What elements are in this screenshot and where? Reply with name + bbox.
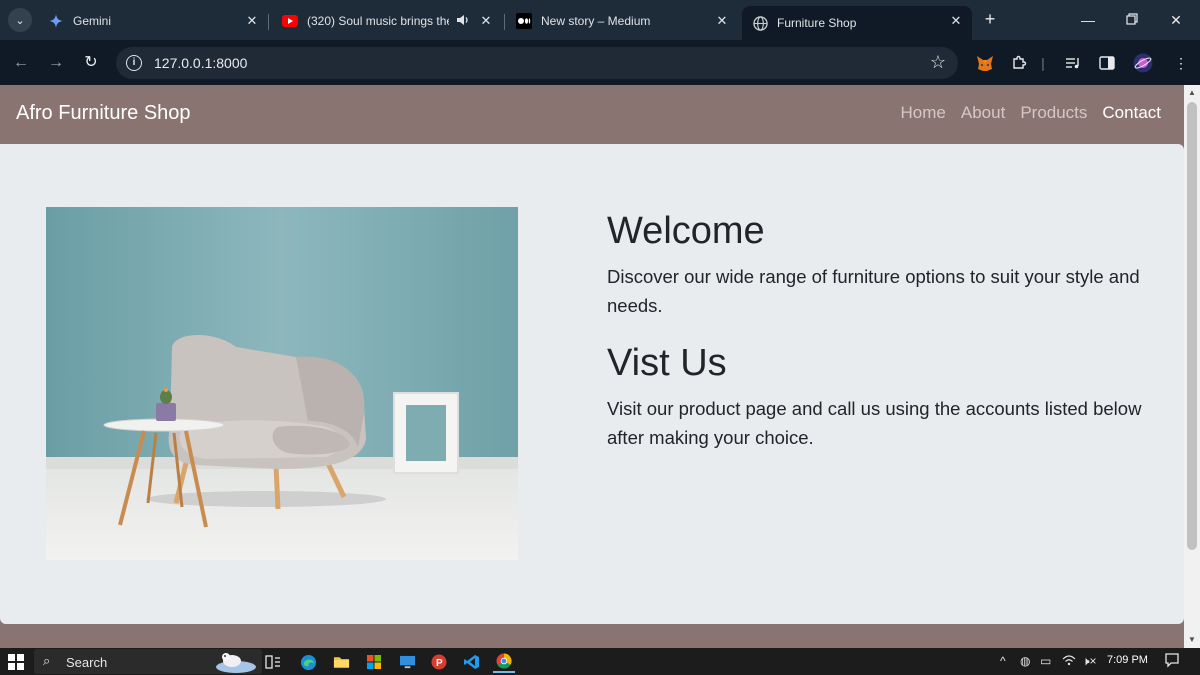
store-app-icon[interactable] bbox=[363, 651, 385, 673]
media-controls-icon[interactable] bbox=[1062, 52, 1084, 74]
close-tab-icon[interactable]: ✕ bbox=[478, 13, 494, 29]
tab-gemini[interactable]: Gemini ✕ bbox=[38, 6, 268, 36]
browser-toolbar: ← → ↻ i 127.0.0.1:8000 ☆ | ⋮ bbox=[0, 40, 1200, 85]
search-icon: ⌕ bbox=[43, 653, 51, 668]
tray-overflow-chevron-icon[interactable]: ^ bbox=[1000, 654, 1006, 668]
vscode-icon[interactable] bbox=[461, 651, 483, 673]
browser-menu-icon[interactable]: ⋮ bbox=[1170, 52, 1192, 74]
medium-icon bbox=[516, 13, 532, 29]
tab-separator bbox=[504, 14, 505, 30]
scroll-up-arrow-icon[interactable]: ▲ bbox=[1184, 85, 1200, 101]
tab-medium[interactable]: New story – Medium ✕ bbox=[506, 6, 738, 36]
edge-browser-icon[interactable] bbox=[297, 651, 319, 673]
hero-text: Welcome Discover our wide range of furni… bbox=[607, 208, 1152, 472]
wifi-icon[interactable] bbox=[1062, 654, 1076, 669]
site-nav-links: Home About Products Contact bbox=[901, 103, 1161, 123]
site-info-icon[interactable]: i bbox=[126, 55, 142, 71]
address-bar[interactable]: i 127.0.0.1:8000 ☆ bbox=[116, 47, 958, 79]
tab-furniture-shop[interactable]: Furniture Shop ✕ bbox=[742, 6, 972, 40]
close-window-icon[interactable]: ✕ bbox=[1166, 10, 1186, 30]
page-viewport: Afro Furniture Shop Home About Products … bbox=[0, 85, 1200, 648]
address-url[interactable]: 127.0.0.1:8000 bbox=[154, 55, 247, 71]
site-brand[interactable]: Afro Furniture Shop bbox=[16, 102, 191, 125]
volume-muted-icon[interactable]: 🕨× bbox=[1082, 654, 1097, 669]
minimize-icon[interactable]: — bbox=[1078, 10, 1098, 30]
speaker-audio-icon[interactable] bbox=[456, 13, 470, 30]
taskbar-clock[interactable]: 7:09 PM bbox=[1107, 654, 1148, 666]
nav-home[interactable]: Home bbox=[901, 103, 946, 123]
extensions-puzzle-icon[interactable] bbox=[1008, 52, 1030, 74]
close-tab-icon[interactable]: ✕ bbox=[714, 13, 730, 29]
notifications-icon[interactable] bbox=[1164, 652, 1180, 671]
restore-window-icon[interactable] bbox=[1122, 10, 1142, 30]
scrollbar-thumb[interactable] bbox=[1187, 102, 1197, 550]
search-highlight-illustration-icon bbox=[212, 649, 258, 675]
tab-search-chevron-icon[interactable]: ⌄ bbox=[8, 8, 32, 32]
browser-tab-strip: ⌄ Gemini ✕ (320) Soul music brings the ✕… bbox=[0, 0, 1200, 40]
page-scrollbar[interactable]: ▲ ▼ bbox=[1184, 85, 1200, 648]
taskbar-search-box[interactable]: ⌕ Search bbox=[34, 649, 262, 674]
welcome-text: Discover our wide range of furniture opt… bbox=[607, 266, 1140, 316]
visit-text: Visit our product page and call us using… bbox=[607, 398, 1142, 448]
tab-title: New story – Medium bbox=[541, 14, 651, 28]
tab-title: (320) Soul music brings the bbox=[307, 14, 449, 28]
site-navbar: Afro Furniture Shop Home About Products … bbox=[0, 85, 1184, 141]
youtube-icon bbox=[282, 13, 298, 29]
windows-taskbar: ⌕ Search P ^ ◍ ▭ 🕨× 7:09 PM bbox=[0, 648, 1200, 675]
back-arrow-icon[interactable]: ← bbox=[10, 52, 32, 74]
profile-avatar-icon[interactable] bbox=[1132, 52, 1154, 74]
hero-armchair-photo bbox=[46, 207, 518, 560]
close-tab-icon[interactable]: ✕ bbox=[948, 13, 964, 29]
nav-contact[interactable]: Contact bbox=[1102, 103, 1161, 123]
svg-text:P: P bbox=[436, 658, 443, 669]
side-panel-icon[interactable] bbox=[1096, 52, 1118, 74]
forward-arrow-icon[interactable]: → bbox=[45, 52, 67, 74]
tab-title: Gemini bbox=[73, 14, 112, 28]
metamask-fox-icon[interactable] bbox=[974, 52, 996, 74]
welcome-heading: Welcome bbox=[607, 210, 765, 252]
hero-section: Welcome Discover our wide range of furni… bbox=[0, 144, 1184, 624]
remote-desktop-icon[interactable] bbox=[396, 651, 418, 673]
postman-app-icon[interactable]: P bbox=[428, 651, 450, 673]
bookmark-star-icon[interactable]: ☆ bbox=[930, 52, 946, 73]
reload-icon[interactable]: ↻ bbox=[80, 52, 102, 74]
tab-separator bbox=[268, 14, 269, 30]
battery-icon[interactable]: ▭ bbox=[1040, 654, 1051, 668]
tab-title: Furniture Shop bbox=[777, 16, 857, 30]
close-tab-icon[interactable]: ✕ bbox=[244, 13, 260, 29]
globe-icon bbox=[752, 15, 768, 31]
nav-products[interactable]: Products bbox=[1020, 103, 1087, 123]
toolbar-divider: | bbox=[1041, 55, 1045, 71]
tab-youtube[interactable]: (320) Soul music brings the ✕ bbox=[272, 6, 502, 36]
tray-app-icon[interactable]: ◍ bbox=[1020, 654, 1030, 668]
nav-about[interactable]: About bbox=[961, 103, 1005, 123]
gemini-icon bbox=[48, 13, 64, 29]
file-explorer-icon[interactable] bbox=[330, 651, 352, 673]
task-view-icon[interactable] bbox=[262, 651, 284, 673]
windows-start-icon[interactable] bbox=[8, 654, 24, 670]
scroll-down-arrow-icon[interactable]: ▼ bbox=[1184, 632, 1200, 648]
new-tab-plus-icon[interactable]: + bbox=[980, 10, 1000, 30]
visit-heading: Vist Us bbox=[607, 342, 727, 384]
taskbar-search-label: Search bbox=[66, 655, 108, 670]
chrome-icon[interactable] bbox=[493, 651, 515, 673]
